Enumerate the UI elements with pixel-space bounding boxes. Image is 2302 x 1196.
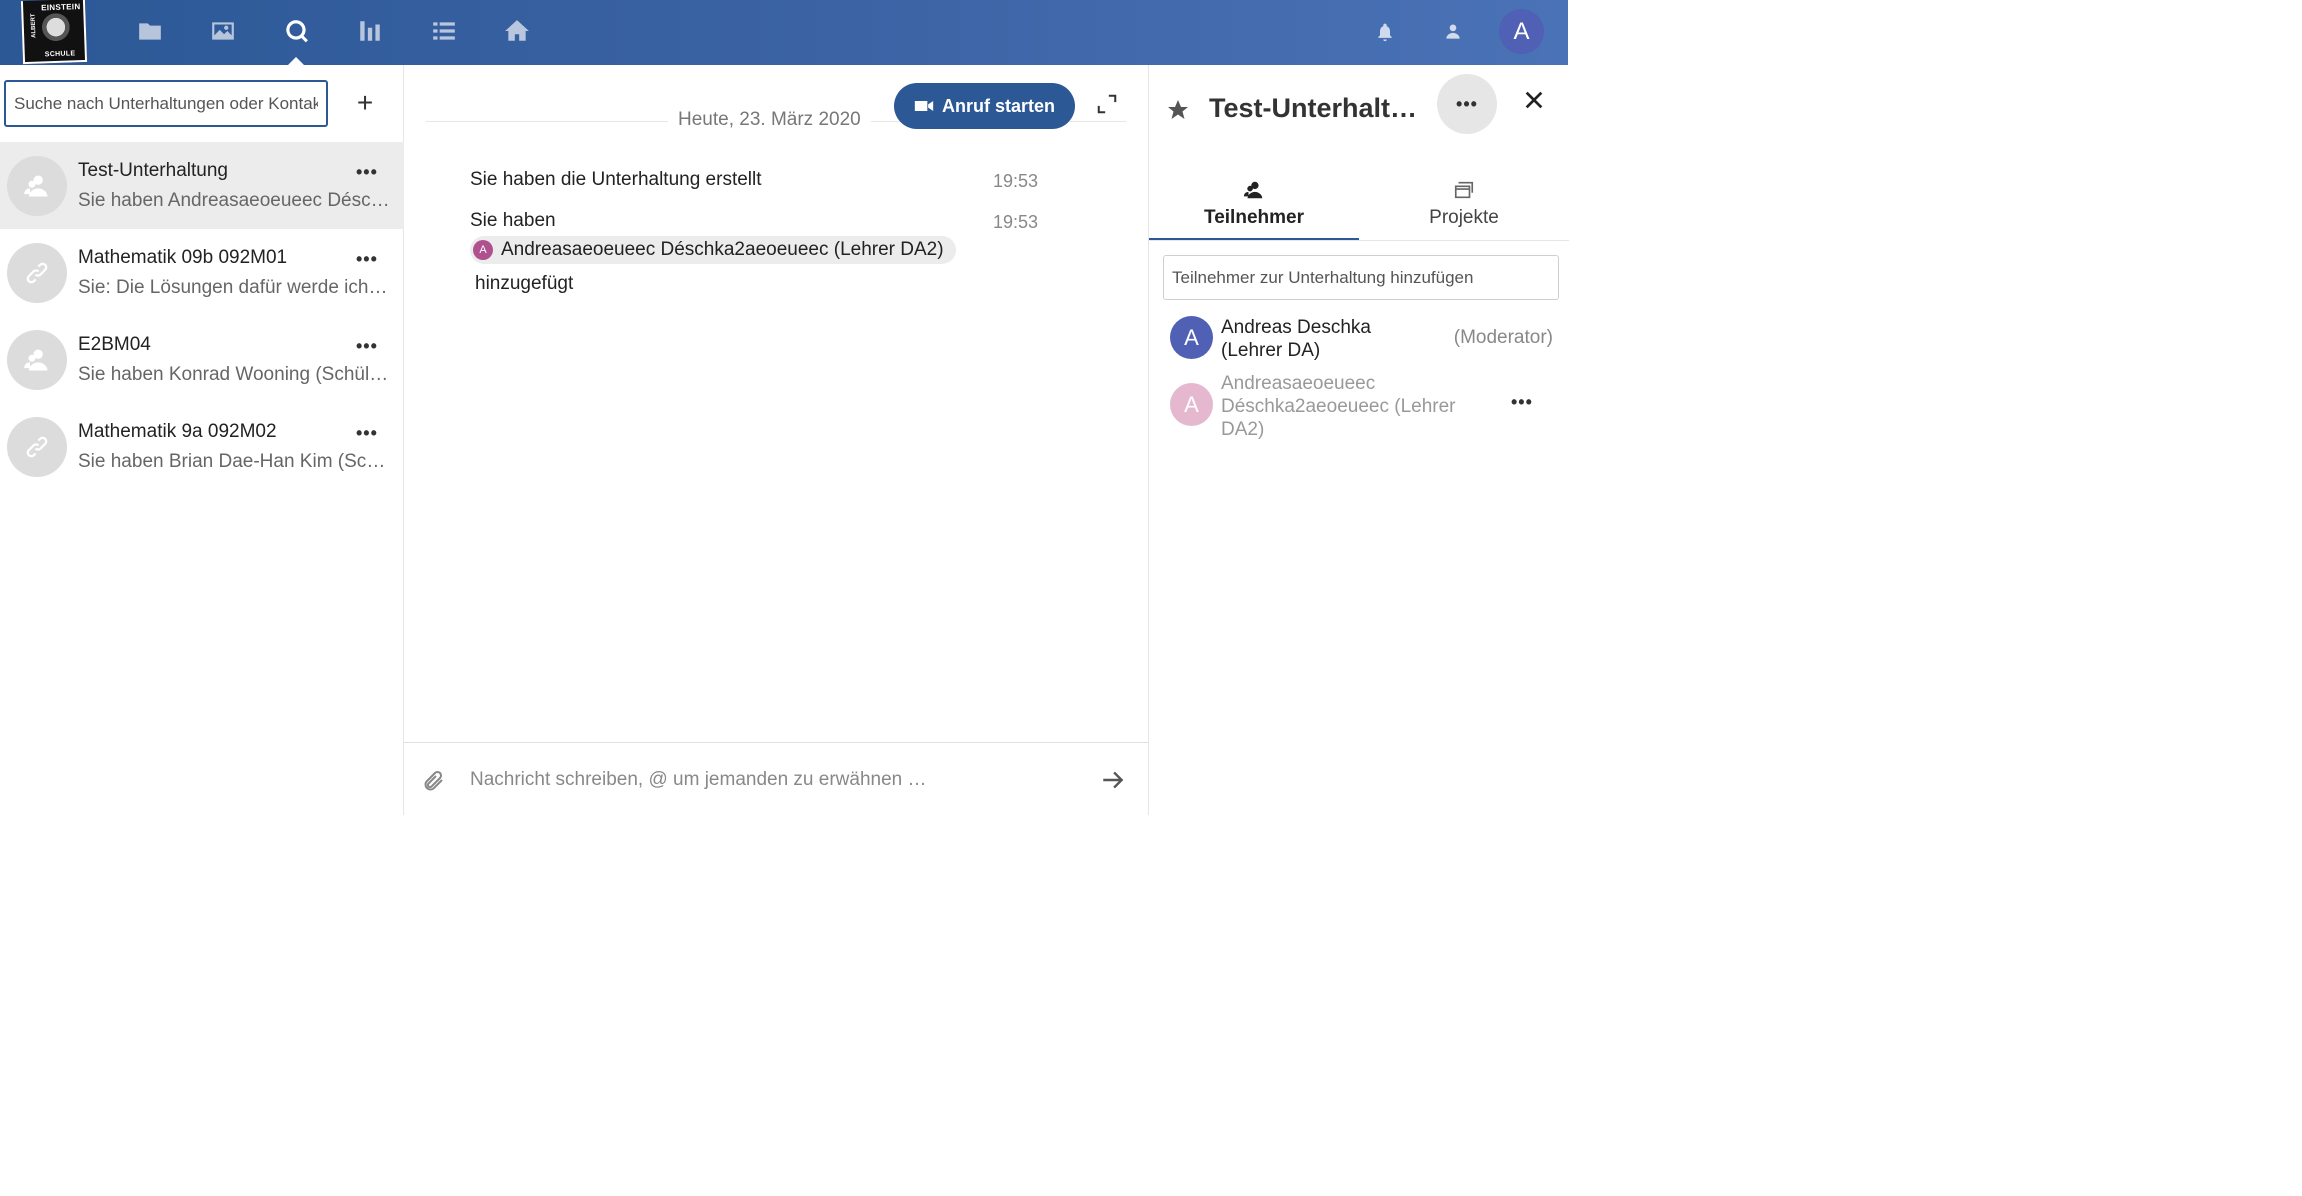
conversation-avatar bbox=[7, 330, 67, 390]
conversation-last-message: Sie: Die Lösungen dafür werde ich morgen… bbox=[78, 277, 390, 298]
group-icon bbox=[24, 175, 48, 197]
conversation-last-message: Sie haben Konrad Wooning (Schüler) hinzu… bbox=[78, 364, 390, 385]
conversation-item[interactable]: Mathematik 9a 092M02 Sie haben Brian Dae… bbox=[0, 403, 404, 490]
message-composer bbox=[404, 742, 1148, 815]
contacts-icon bbox=[1446, 24, 1460, 39]
paperclip-icon bbox=[424, 770, 443, 791]
conversation-item[interactable]: Test-Unterhaltung Sie haben Andreasaeoeu… bbox=[0, 142, 404, 229]
user-avatar[interactable]: A bbox=[1499, 9, 1544, 54]
favorite-button[interactable] bbox=[1166, 98, 1192, 124]
conversation-search-input[interactable] bbox=[4, 80, 328, 127]
participant-name: Andreasaeoeueec Déschka2aeoeueec (Lehrer… bbox=[1221, 373, 1456, 440]
nav-talk[interactable] bbox=[282, 16, 312, 46]
participants-icon bbox=[1243, 179, 1265, 201]
conversation-title: Test-Unterhaltung bbox=[78, 160, 228, 181]
projects-icon bbox=[1453, 179, 1475, 201]
conversation-more-button[interactable]: ••• bbox=[356, 336, 378, 357]
conversation-settings-button[interactable]: ••• bbox=[1437, 74, 1497, 134]
group-icon bbox=[24, 349, 48, 371]
attach-button[interactable] bbox=[422, 769, 446, 793]
search-chat-icon bbox=[286, 20, 308, 43]
top-header: EINSTEIN ALBERT SCHULE A bbox=[0, 0, 1568, 66]
conversation-title: Mathematik 9a 092M02 bbox=[78, 421, 277, 442]
message-time: 19:53 bbox=[993, 171, 1039, 191]
arrow-right-icon bbox=[1103, 771, 1124, 789]
participant-role: (Moderator) bbox=[1453, 327, 1553, 348]
nav-files[interactable] bbox=[135, 16, 165, 46]
conversation-item[interactable]: E2BM04 Sie haben Konrad Wooning (Schüler… bbox=[0, 316, 404, 403]
nav-home[interactable] bbox=[502, 16, 532, 46]
participant-avatar: A bbox=[1170, 383, 1213, 426]
system-message-suffix: hinzugefügt bbox=[475, 273, 574, 294]
mention-avatar: A bbox=[473, 240, 493, 260]
list-icon bbox=[433, 22, 455, 40]
start-call-label: Anruf starten bbox=[941, 95, 1055, 116]
tab-participants[interactable]: Teilnehmer bbox=[1149, 175, 1359, 241]
tab-label: Teilnehmer bbox=[1204, 207, 1304, 228]
mention-name: Andreasaeoeueec Déschka2aeoeueec (Lehrer… bbox=[501, 239, 944, 260]
message-time: 19:53 bbox=[993, 212, 1039, 232]
nav-activity[interactable] bbox=[355, 16, 385, 46]
start-call-button[interactable]: Anruf starten bbox=[894, 83, 1075, 129]
conversation-name[interactable]: Test-Unterhaltung bbox=[1209, 93, 1429, 124]
notifications-button[interactable] bbox=[1373, 20, 1397, 44]
contacts-button[interactable] bbox=[1441, 20, 1465, 44]
add-participant-input[interactable] bbox=[1163, 255, 1559, 300]
conversation-more-button[interactable]: ••• bbox=[356, 423, 378, 444]
conversation-last-message: Sie haben Brian Dae-Han Kim (Schüler) hi… bbox=[78, 451, 390, 472]
nav-photos[interactable] bbox=[208, 16, 238, 46]
school-logo[interactable]: EINSTEIN ALBERT SCHULE bbox=[20, 0, 88, 65]
user-mention-chip[interactable]: A Andreasaeoeueec Déschka2aeoeueec (Lehr… bbox=[470, 236, 956, 264]
logo-text-side: ALBERT bbox=[30, 13, 38, 38]
chat-panel: Heute, 23. März 2020 Anruf starten Sie h… bbox=[404, 65, 1148, 815]
system-message: Sie haben bbox=[470, 210, 556, 231]
logo-portrait bbox=[35, 11, 77, 51]
expand-icon bbox=[1097, 94, 1117, 114]
link-icon bbox=[26, 436, 48, 458]
conversation-item[interactable]: Mathematik 09b 092M01 Sie: Die Lösungen … bbox=[0, 229, 404, 316]
system-message: Sie haben die Unterhaltung erstellt bbox=[470, 169, 762, 190]
star-icon bbox=[1168, 100, 1188, 119]
conversation-avatar bbox=[7, 156, 67, 216]
details-sidebar: Test-Unterhaltung ••• Teilnehmer Projekt… bbox=[1148, 65, 1569, 815]
logo-text-bottom: SCHULE bbox=[44, 50, 76, 59]
home-icon bbox=[505, 20, 529, 41]
close-icon bbox=[1525, 91, 1543, 109]
participant-avatar: A bbox=[1170, 316, 1213, 359]
fullscreen-button[interactable] bbox=[1096, 93, 1120, 117]
logo-text-top: EINSTEIN bbox=[41, 2, 81, 13]
participant-name: Andreas Deschka (Lehrer DA) bbox=[1221, 317, 1371, 361]
close-sidebar-button[interactable] bbox=[1523, 89, 1547, 113]
bar-chart-icon bbox=[360, 21, 380, 41]
link-icon bbox=[26, 262, 48, 284]
conversation-avatar bbox=[7, 243, 67, 303]
bell-icon bbox=[1378, 23, 1392, 42]
new-conversation-button[interactable]: + bbox=[350, 89, 380, 119]
conversation-title: E2BM04 bbox=[78, 334, 151, 355]
tab-projects[interactable]: Projekte bbox=[1359, 175, 1569, 241]
conversation-title: Mathematik 09b 092M01 bbox=[78, 247, 288, 268]
date-separator: Heute, 23. März 2020 bbox=[668, 109, 871, 131]
send-button[interactable] bbox=[1100, 767, 1126, 793]
tab-label: Projekte bbox=[1429, 207, 1499, 228]
nav-tasks[interactable] bbox=[429, 16, 459, 46]
tabs-divider bbox=[1149, 240, 1569, 241]
conversation-more-button[interactable]: ••• bbox=[356, 162, 378, 183]
video-camera-icon bbox=[914, 101, 934, 111]
conversation-avatar bbox=[7, 417, 67, 477]
folder-icon bbox=[139, 23, 161, 40]
message-input[interactable] bbox=[470, 763, 1030, 797]
conversation-sidebar: + Test-Unterhaltung Sie haben Andreasaeo… bbox=[0, 65, 404, 815]
participant-more-button[interactable]: ••• bbox=[1511, 392, 1533, 413]
conversation-more-button[interactable]: ••• bbox=[356, 249, 378, 270]
image-icon bbox=[212, 22, 234, 40]
conversation-last-message: Sie haben Andreasaeoeueec Déschka2aeoeue… bbox=[78, 190, 390, 211]
